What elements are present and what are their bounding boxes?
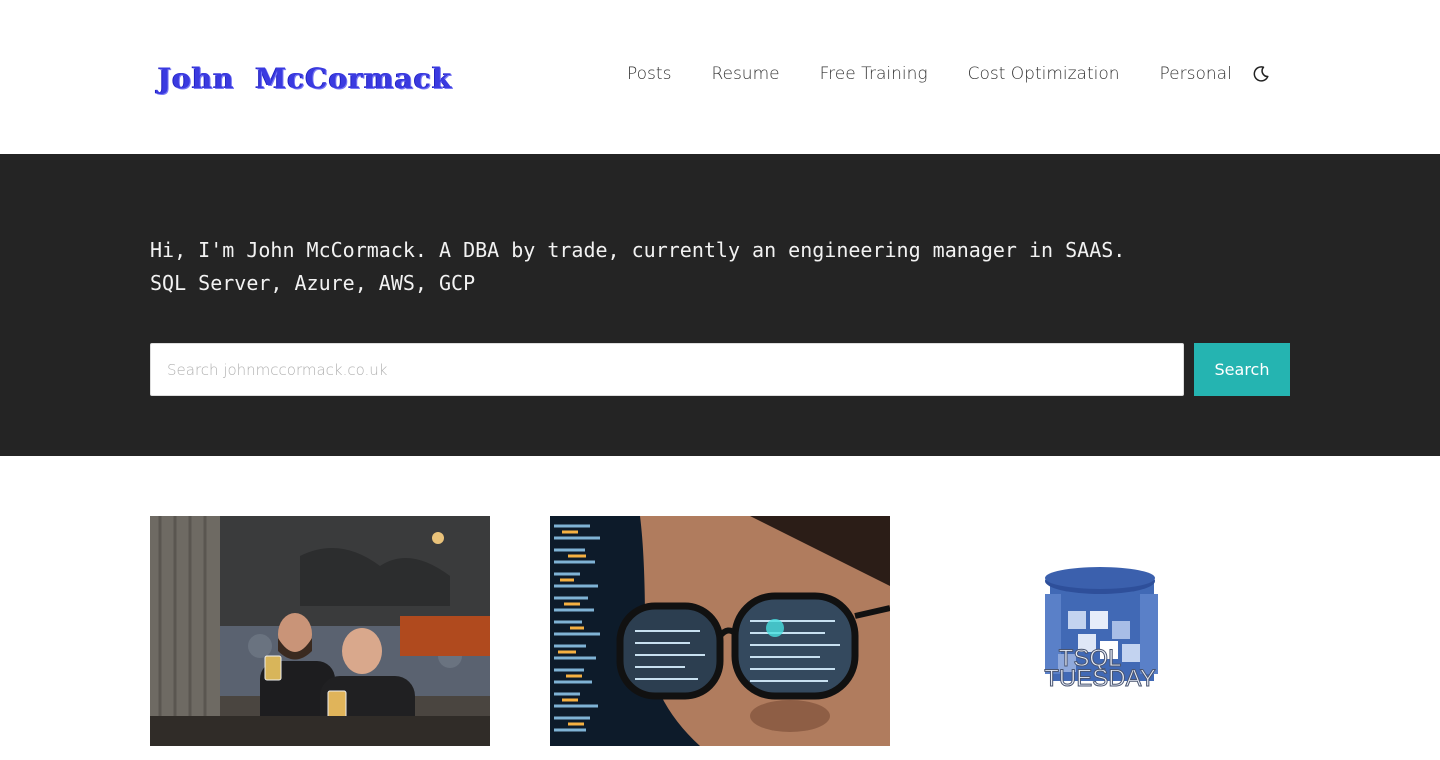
hero-section: Hi, I'm John McCormack. A DBA by trade, …	[0, 154, 1440, 456]
nav-personal[interactable]: Personal	[1160, 64, 1232, 84]
woman-glasses-code-reflection-photo	[550, 516, 890, 746]
main-nav: Posts Resume Free Training Cost Optimiza…	[627, 62, 1232, 86]
tagline-line-2: SQL Server, Azure, AWS, GCP	[150, 271, 476, 295]
moon-icon[interactable]	[1252, 65, 1270, 83]
nav-posts[interactable]: Posts	[627, 64, 671, 84]
nav-resume[interactable]: Resume	[711, 64, 779, 84]
tsql-tuesday-logo: TSQL TUESDAY	[950, 516, 1290, 746]
nav-free-training[interactable]: Free Training	[820, 64, 928, 84]
site-logo[interactable]: John McCormack	[158, 62, 452, 95]
tagline-line-1: Hi, I'm John McCormack. A DBA by trade, …	[150, 238, 1126, 262]
search-button[interactable]: Search	[1194, 343, 1290, 396]
post-card-image-1[interactable]	[150, 516, 490, 746]
post-card-image-2[interactable]	[550, 516, 890, 746]
site-header: John McCormack Posts Resume Free Trainin…	[0, 0, 1440, 154]
nav-cost-optimization[interactable]: Cost Optimization	[968, 64, 1120, 84]
logo-text-tuesday: TUESDAY	[1044, 665, 1156, 692]
tagline: Hi, I'm John McCormack. A DBA by trade, …	[150, 234, 1250, 300]
search-input[interactable]	[150, 343, 1184, 396]
post-card-image-3[interactable]: TSQL TUESDAY	[950, 516, 1290, 746]
two-men-with-beers-photo	[150, 516, 490, 746]
